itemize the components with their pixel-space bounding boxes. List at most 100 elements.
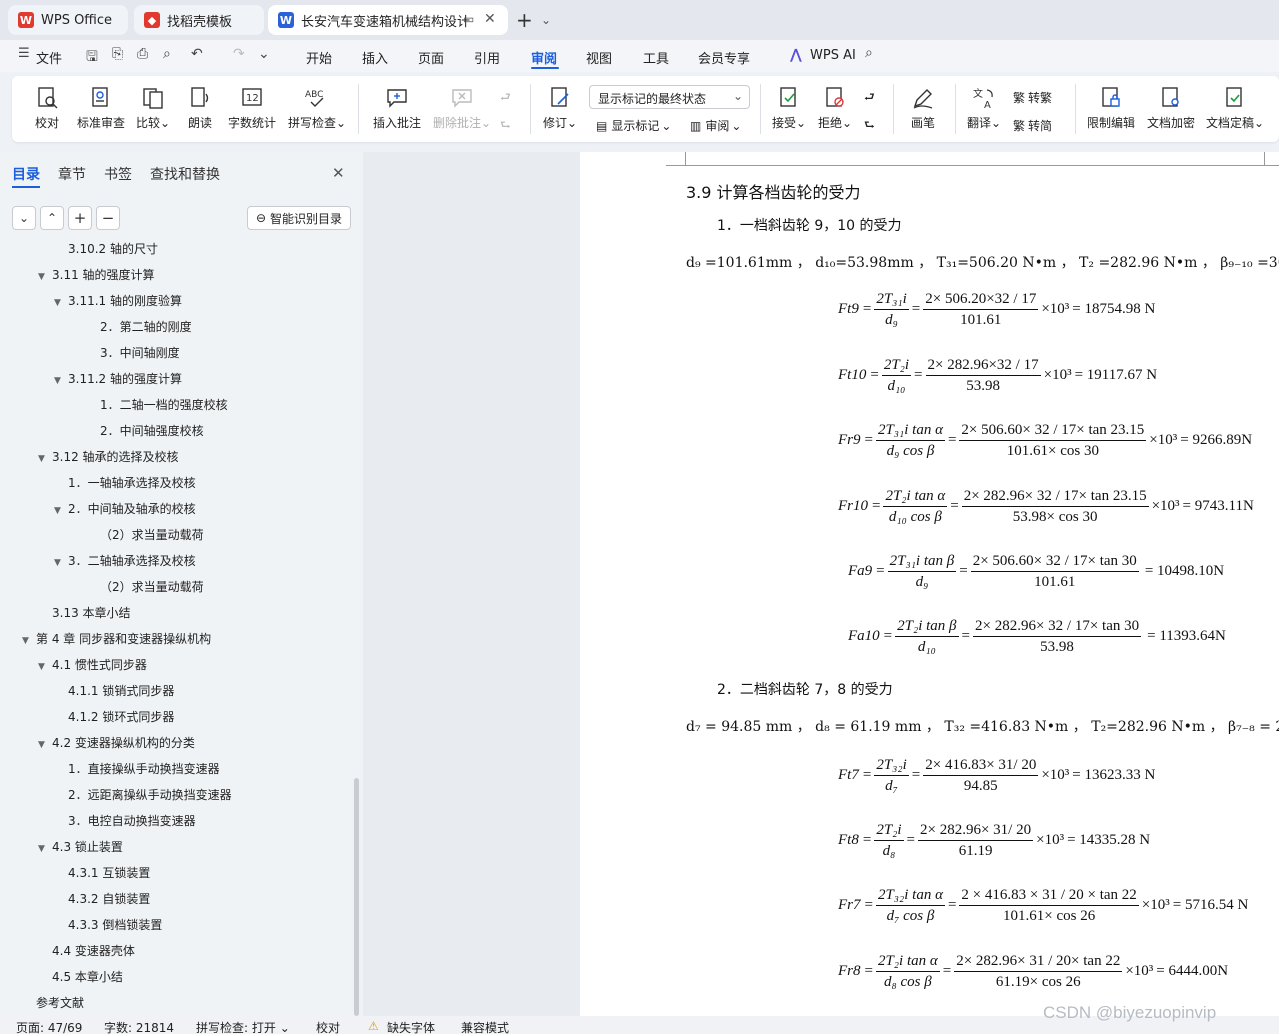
- toc-item[interactable]: 2．第二轴的刚度: [100, 318, 192, 335]
- toc-item[interactable]: ▼ 3.12 轴承的选择及校核: [38, 448, 179, 465]
- toc-item[interactable]: 3．中间轴刚度: [100, 344, 180, 361]
- review-pane-button[interactable]: ▥ 审阅 ⌄: [690, 117, 741, 134]
- print-preview-icon[interactable]: ⌕: [163, 46, 171, 62]
- toc-item[interactable]: 1．二轴一档的强度校核: [100, 396, 228, 413]
- toc-item[interactable]: 2．远距离操纵手动换挡变速器: [68, 786, 232, 803]
- expand-triangle-icon[interactable]: ▼: [38, 740, 52, 750]
- toc-item[interactable]: （2）求当量动载荷: [100, 526, 204, 543]
- hamburger-menu-icon[interactable]: ☰: [18, 46, 30, 61]
- tab-toc[interactable]: 目录: [12, 164, 40, 184]
- share-icon[interactable]: ⎘: [112, 46, 123, 62]
- menu-item-review[interactable]: 审阅: [531, 48, 557, 67]
- next-change-icon[interactable]: ⮑: [864, 116, 875, 137]
- save-icon[interactable]: 🖫: [86, 46, 98, 70]
- toc-item[interactable]: 3.10.2 轴的尺寸: [68, 240, 158, 257]
- toc-item[interactable]: 4.3.3 倒档锁装置: [68, 916, 162, 933]
- word-count-indicator[interactable]: 字数: 21814: [104, 1019, 174, 1034]
- print-icon[interactable]: ⎙: [137, 46, 148, 62]
- window-icon[interactable]: ▭: [463, 12, 474, 26]
- expand-triangle-icon[interactable]: ▼: [38, 272, 52, 282]
- expand-triangle-icon[interactable]: ▼: [38, 454, 52, 464]
- expand-triangle-icon[interactable]: ▼: [22, 636, 36, 646]
- toc-item[interactable]: 2．中间轴强度校核: [100, 422, 204, 439]
- spell-check-indicator[interactable]: 拼写检查: 打开 ⌄: [196, 1019, 290, 1034]
- menu-item-member[interactable]: 会员专享: [698, 48, 750, 67]
- standard-review-button[interactable]: 标准审查: [75, 86, 127, 131]
- collapse-down-button[interactable]: ⌄: [12, 206, 36, 230]
- tab-find-replace[interactable]: 查找和替换: [150, 164, 220, 184]
- reject-button[interactable]: 拒绝⌄: [817, 86, 853, 131]
- expand-triangle-icon[interactable]: ▼: [38, 844, 52, 854]
- toc-item[interactable]: ▼ 3.11.2 轴的强度计算: [54, 370, 182, 387]
- undo-icon[interactable]: ↶: [191, 46, 203, 62]
- expand-triangle-icon[interactable]: ▼: [54, 558, 68, 568]
- toc-item[interactable]: 4.3.2 自锁装置: [68, 890, 150, 907]
- to-simplified-button[interactable]: 繁 转简: [1013, 117, 1052, 134]
- menu-item-view[interactable]: 视图: [586, 48, 612, 67]
- spell-check-button[interactable]: ABC 拼写检查⌄: [287, 86, 347, 131]
- insert-comment-button[interactable]: 插入批注: [371, 86, 423, 131]
- proofread-button[interactable]: 校对: [30, 86, 64, 131]
- track-changes-button[interactable]: 修订⌄: [542, 86, 578, 131]
- smart-toc-button[interactable]: ⊖ 智能识别目录: [247, 206, 351, 230]
- toc-item[interactable]: ▼ 2．中间轴及轴承的校核: [54, 500, 196, 517]
- toc-item[interactable]: ▼ 3.11.1 轴的刚度验算: [54, 292, 182, 309]
- tab-chapters[interactable]: 章节: [58, 164, 86, 184]
- toc-item[interactable]: ▼ 4.3 锁止装置: [38, 838, 123, 855]
- close-icon[interactable]: ✕: [332, 164, 345, 182]
- show-markup-button[interactable]: ▤ 显示标记 ⌄: [596, 117, 671, 134]
- toc-item[interactable]: 3.13 本章小结: [52, 604, 131, 621]
- toc-item[interactable]: 4.3.1 互锁装置: [68, 864, 150, 881]
- file-menu[interactable]: 文件: [36, 48, 62, 67]
- menu-item-tools[interactable]: 工具: [643, 48, 669, 67]
- encrypt-button[interactable]: 文档加密: [1145, 86, 1197, 131]
- tab-document[interactable]: W 长安汽车变速箱机械结构设计 ▭ ✕: [268, 5, 508, 35]
- restrict-edit-button[interactable]: 限制编辑: [1085, 86, 1137, 131]
- add-heading-button[interactable]: +: [68, 206, 92, 230]
- toc-item[interactable]: 4.1.2 锁环式同步器: [68, 708, 174, 725]
- tab-list-chevron-icon[interactable]: ⌄: [541, 13, 551, 27]
- tab-bookmarks[interactable]: 书签: [104, 164, 132, 184]
- more-chevron-icon[interactable]: ⌄: [258, 46, 270, 62]
- accept-button[interactable]: 接受⌄: [771, 86, 807, 131]
- toc-item[interactable]: ▼ 4.2 变速器操纵机构的分类: [38, 734, 195, 751]
- search-icon[interactable]: ⌕: [865, 45, 873, 61]
- expand-triangle-icon[interactable]: ▼: [54, 298, 68, 308]
- close-tab-icon[interactable]: ✕: [484, 11, 496, 27]
- proof-indicator[interactable]: 校对: [316, 1019, 340, 1034]
- tab-wps-office[interactable]: W WPS Office: [8, 5, 128, 35]
- toc-item[interactable]: ▼ 第 4 章 同步器和变速器操纵机构: [22, 630, 211, 647]
- expand-triangle-icon[interactable]: ▼: [54, 506, 68, 516]
- toc-item[interactable]: 4.5 本章小结: [52, 968, 123, 985]
- toc-item[interactable]: 1．一轴轴承选择及校核: [68, 474, 196, 491]
- menu-item-page[interactable]: 页面: [418, 48, 444, 67]
- prev-comment-icon[interactable]: ⮐: [500, 88, 511, 109]
- sidebar-scrollbar[interactable]: [354, 778, 359, 1016]
- read-aloud-button[interactable]: 朗读: [184, 86, 216, 131]
- collapse-up-button[interactable]: ⌃: [40, 206, 64, 230]
- next-comment-icon[interactable]: ⮑: [500, 116, 511, 137]
- delete-comment-button[interactable]: 删除批注⌄: [432, 86, 492, 131]
- tab-docer-templates[interactable]: ◆ 找稻壳模板: [134, 5, 264, 35]
- menu-item-insert[interactable]: 插入: [362, 48, 388, 67]
- toc-item[interactable]: 4.1.1 锁销式同步器: [68, 682, 174, 699]
- toc-item[interactable]: ▼ 3.11 轴的强度计算: [38, 266, 155, 283]
- toc-item[interactable]: 3．电控自动换挡变速器: [68, 812, 196, 829]
- word-count-button[interactable]: 12 字数统计: [226, 86, 278, 131]
- to-traditional-button[interactable]: 繁 转繁: [1013, 89, 1052, 106]
- expand-triangle-icon[interactable]: ▼: [38, 662, 52, 672]
- prev-change-icon[interactable]: ⮐: [864, 88, 875, 109]
- markup-state-dropdown[interactable]: 显示标记的最终状态 ⌄: [589, 85, 750, 109]
- remove-heading-button[interactable]: −: [96, 206, 120, 230]
- redo-icon[interactable]: ↷: [233, 46, 245, 62]
- menu-item-reference[interactable]: 引用: [474, 48, 500, 67]
- finalize-button[interactable]: 文档定稿⌄: [1205, 86, 1265, 131]
- missing-font-indicator[interactable]: 缺失字体: [387, 1019, 435, 1034]
- toc-item[interactable]: ▼ 4.1 惯性式同步器: [38, 656, 147, 673]
- new-tab-button[interactable]: +: [516, 8, 533, 32]
- toc-item[interactable]: ▼ 3．二轴轴承选择及校核: [54, 552, 196, 569]
- toc-item[interactable]: （2）求当量动载荷: [100, 578, 204, 595]
- toc-item[interactable]: 1．直接操纵手动换挡变速器: [68, 760, 220, 777]
- translate-button[interactable]: 文A 翻译⌄: [965, 86, 1003, 131]
- menu-item-start[interactable]: 开始: [306, 48, 332, 67]
